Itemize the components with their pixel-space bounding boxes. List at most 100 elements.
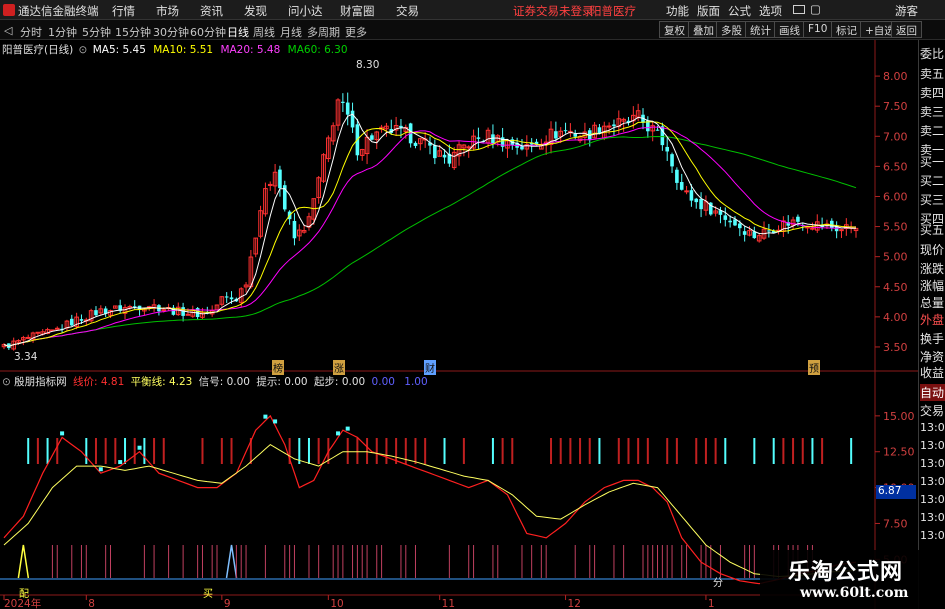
ind-ytick-label: 12.50	[883, 446, 915, 459]
candle-body-down	[442, 154, 447, 158]
menu-gongneng[interactable]: 功能	[666, 3, 689, 19]
time-row-5: 13:0	[920, 493, 945, 506]
candle-body-down	[399, 125, 403, 128]
chart-area[interactable]: 8.00 7.50 7.00 6.50 6.00 5.50 5.00 4.50 4.00 3.50…	[0, 40, 918, 609]
ind-ytick-label: 15.00	[883, 410, 915, 423]
high-price-label: 8.30	[356, 59, 380, 71]
xtick-label: 10	[330, 598, 343, 609]
balance-label: 平衡线: 4.23	[130, 376, 193, 388]
label-buy1: 买一	[920, 155, 945, 169]
buy-marker-left: 配	[19, 589, 29, 600]
period-weekly[interactable]: 周线	[253, 24, 275, 40]
period-15min[interactable]: 15分钟	[115, 24, 151, 40]
candle-body-down	[370, 135, 374, 140]
time-row-1: 13:0	[920, 421, 945, 434]
main-ytick-label: 7.00	[883, 130, 908, 143]
start-label: 起步: 0.00	[313, 376, 366, 388]
xtick-label: 11	[442, 598, 455, 609]
line-price-label: 线价: 4.81	[73, 376, 125, 388]
candle-body-down	[679, 182, 684, 190]
menu-hangqing[interactable]: 行情	[112, 3, 135, 19]
back-arrow-icon[interactable]: ◁	[4, 24, 12, 37]
event-marker-zhang[interactable]: 涨	[333, 360, 345, 375]
ma60-label: MA60: 6.30	[287, 44, 348, 56]
tool-huaxian-button[interactable]: 画线	[774, 21, 805, 38]
main-ytick-label: 5.50	[883, 221, 908, 234]
tool-duogu-button[interactable]: 多股	[716, 21, 747, 38]
tool-f10-button[interactable]: F10	[803, 21, 833, 38]
tool-tongji-button[interactable]: 统计	[745, 21, 776, 38]
v2-label: 1.00	[404, 376, 428, 388]
mail-icon[interactable]	[793, 5, 805, 14]
label-outer: 外盘	[920, 313, 945, 327]
time-row-2: 13:0	[920, 439, 945, 452]
x-ticks: 2024年 8 9 10 11 12 1	[3, 595, 715, 609]
ma20-line	[3, 126, 857, 347]
label-change-pct: 涨幅	[920, 279, 945, 293]
menu-shichang[interactable]: 市场	[156, 3, 179, 19]
watermark: 乐淘公式网 www.60lt.com	[760, 550, 945, 609]
menu-xuanxiang[interactable]: 选项	[759, 3, 782, 19]
candle-body-down	[563, 130, 568, 132]
watermark-title: 乐淘公式网	[788, 560, 904, 585]
xtick-label: 1	[708, 598, 715, 609]
menu-caifuquan[interactable]: 财富圈	[340, 3, 375, 19]
candle-body-up	[466, 146, 472, 149]
label-change: 涨跌	[920, 262, 945, 276]
label-turnover: 换手	[920, 332, 945, 346]
period-30min[interactable]: 30分钟	[153, 24, 189, 40]
period-more[interactable]: 更多	[345, 24, 367, 40]
candle-body-down	[350, 110, 355, 128]
guest-label[interactable]: 游客	[895, 3, 918, 19]
candle-body-up	[185, 313, 191, 316]
period-multi[interactable]: 多周期	[307, 24, 340, 40]
peak-marker	[60, 431, 65, 436]
minimize-icon[interactable]: ▢	[810, 2, 821, 16]
event-marker-yu[interactable]: 预	[808, 360, 820, 375]
menu-banmian[interactable]: 版面	[697, 3, 720, 19]
candle-body-down	[655, 129, 660, 131]
legend-toggle-icon[interactable]: ⊙	[79, 44, 88, 56]
candle-body-up	[684, 190, 689, 193]
menu-jiaoyi[interactable]: 交易	[396, 3, 419, 19]
tool-biaoji-button[interactable]: 标记	[831, 21, 862, 38]
indicator-toggle-icon[interactable]: ⊙	[2, 376, 11, 388]
ma10-label: MA10: 5.51	[153, 44, 214, 56]
title-bar: 通达信金融终端 行情 市场 资讯 发现 问小达 财富圈 交易 证券交易未登录 阳…	[0, 0, 945, 20]
buy-marker-mid: 买	[203, 589, 213, 600]
tool-fuquan-button[interactable]: 复权	[659, 21, 690, 38]
menu-zixun[interactable]: 资讯	[200, 3, 223, 19]
main-price-plot	[1, 92, 859, 351]
ind-ytick-label: 7.50	[883, 517, 908, 530]
app-logo-icon	[3, 4, 15, 16]
ma5-label: MA5: 5.45	[92, 44, 146, 56]
stock-name-title: 阳普医疗	[590, 4, 636, 18]
period-1min[interactable]: 1分钟	[48, 24, 77, 40]
candle-body-down	[723, 215, 728, 220]
trade-label[interactable]: 交易	[920, 402, 944, 419]
label-sell3: 卖三	[920, 105, 945, 119]
v1-label: 0.00	[371, 376, 395, 388]
tool-fanhui-button[interactable]: 返回	[891, 21, 922, 38]
time-row-6: 13:0	[920, 511, 945, 524]
label-sell2: 卖二	[920, 124, 945, 138]
candle-body-up	[839, 229, 844, 232]
period-daily[interactable]: 日线	[227, 24, 249, 40]
candle-body-down	[665, 146, 670, 152]
login-status[interactable]: 证券交易未登录	[513, 3, 594, 19]
event-marker-bang[interactable]: 榜	[272, 360, 284, 375]
menu-wenxiaoda[interactable]: 问小达	[288, 3, 323, 19]
period-fenshi[interactable]: 分时	[20, 24, 42, 40]
period-monthly[interactable]: 月线	[280, 24, 302, 40]
menu-gongshi[interactable]: 公式	[728, 3, 751, 19]
auto-trade-button[interactable]: 自动	[920, 384, 945, 401]
label-eps: 收益	[920, 366, 945, 380]
event-marker-cai[interactable]: 财	[424, 360, 436, 375]
buy-spike	[17, 544, 30, 579]
candle-body-down	[292, 220, 297, 239]
tool-diejia-button[interactable]: 叠加	[688, 21, 719, 38]
period-60min[interactable]: 60分钟	[190, 24, 226, 40]
menu-faxian[interactable]: 发现	[244, 3, 267, 19]
candle-body-down	[699, 198, 703, 210]
period-5min[interactable]: 5分钟	[82, 24, 111, 40]
